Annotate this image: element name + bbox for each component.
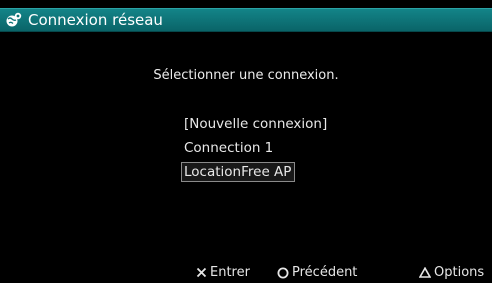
cross-button-icon <box>196 267 207 278</box>
page-title: Connexion réseau <box>28 11 163 29</box>
enter-label: Entrer <box>210 265 250 280</box>
options-hint[interactable]: Options <box>419 265 484 280</box>
circle-button-icon <box>277 267 289 278</box>
connection-list: [Nouvelle connexion] Connection 1 Locati… <box>180 112 327 184</box>
network-globe-icon <box>6 12 22 27</box>
connection-item-label: Connection 1 <box>184 140 274 156</box>
connection-item-locationfree-ap[interactable]: LocationFree AP <box>180 160 327 184</box>
connection-item-label: LocationFree AP <box>180 162 296 182</box>
selection-prompt: Sélectionner une connexion. <box>153 68 339 83</box>
options-label: Options <box>434 265 485 280</box>
back-hint[interactable]: Précédent <box>277 265 357 280</box>
title-bar: Connexion réseau <box>0 8 492 32</box>
enter-hint[interactable]: Entrer <box>196 265 250 280</box>
connection-item-new[interactable]: [Nouvelle connexion] <box>180 112 327 136</box>
back-label: Précédent <box>292 265 358 280</box>
button-hints-bar: Entrer Précédent Options <box>0 263 492 283</box>
connection-item-label: [Nouvelle connexion] <box>184 116 328 132</box>
triangle-button-icon <box>419 267 431 278</box>
connection-item-connection-1[interactable]: Connection 1 <box>180 136 327 160</box>
